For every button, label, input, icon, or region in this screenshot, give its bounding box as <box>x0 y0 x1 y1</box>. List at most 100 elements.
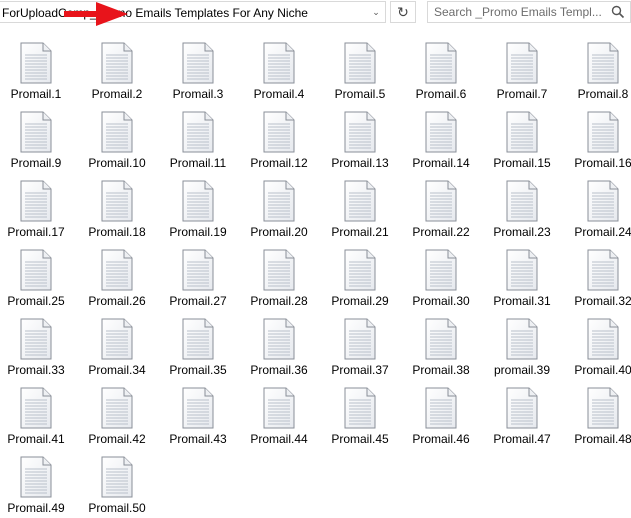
text-document-icon <box>263 249 295 291</box>
file-name-label: Promail.16 <box>574 156 631 170</box>
text-document-icon <box>101 111 133 153</box>
file-item[interactable]: Promail.36 <box>243 314 315 380</box>
file-item[interactable]: Promail.1 <box>0 38 72 104</box>
file-item[interactable]: Promail.3 <box>162 38 234 104</box>
text-document-icon <box>425 180 457 222</box>
text-document-icon <box>263 111 295 153</box>
chevron-down-icon: ⌄ <box>372 6 380 17</box>
file-item[interactable]: Promail.11 <box>162 107 234 173</box>
file-item[interactable]: Promail.41 <box>0 383 72 449</box>
text-document-icon <box>587 387 619 429</box>
text-document-icon <box>101 42 133 84</box>
file-item[interactable]: Promail.18 <box>81 176 153 242</box>
text-document-icon <box>20 249 52 291</box>
text-document-icon <box>20 456 52 498</box>
file-item[interactable]: Promail.15 <box>486 107 558 173</box>
file-name-label: Promail.6 <box>415 87 467 101</box>
file-item[interactable]: Promail.26 <box>81 245 153 311</box>
text-document-icon <box>425 318 457 360</box>
file-item[interactable]: Promail.6 <box>405 38 477 104</box>
file-item[interactable]: Promail.23 <box>486 176 558 242</box>
file-item[interactable]: Promail.37 <box>324 314 396 380</box>
text-document-icon <box>587 180 619 222</box>
file-item[interactable]: Promail.50 <box>81 452 153 518</box>
file-item[interactable]: Promail.21 <box>324 176 396 242</box>
file-item[interactable]: Promail.9 <box>0 107 72 173</box>
file-item[interactable]: Promail.42 <box>81 383 153 449</box>
address-dropdown-button[interactable]: ⌄ <box>367 2 385 22</box>
file-item[interactable]: promail.39 <box>486 314 558 380</box>
file-item[interactable]: Promail.27 <box>162 245 234 311</box>
file-item[interactable]: Promail.13 <box>324 107 396 173</box>
file-name-label: Promail.10 <box>88 156 146 170</box>
text-document-icon <box>182 318 214 360</box>
file-item[interactable]: Promail.12 <box>243 107 315 173</box>
file-item[interactable]: Promail.31 <box>486 245 558 311</box>
file-item[interactable]: Promail.24 <box>567 176 631 242</box>
file-name-label: Promail.49 <box>7 501 65 515</box>
file-item[interactable]: Promail.16 <box>567 107 631 173</box>
file-name-label: Promail.48 <box>574 432 631 446</box>
file-item[interactable]: Promail.14 <box>405 107 477 173</box>
file-item[interactable]: Promail.2 <box>81 38 153 104</box>
file-item[interactable]: Promail.45 <box>324 383 396 449</box>
text-document-icon <box>587 42 619 84</box>
file-name-label: Promail.24 <box>574 225 631 239</box>
file-name-label: Promail.46 <box>412 432 470 446</box>
text-document-icon <box>101 180 133 222</box>
search-input[interactable] <box>434 4 604 20</box>
file-item[interactable]: Promail.17 <box>0 176 72 242</box>
file-name-label: Promail.1 <box>10 87 62 101</box>
file-name-label: Promail.20 <box>250 225 308 239</box>
file-item[interactable]: Promail.7 <box>486 38 558 104</box>
text-document-icon <box>425 111 457 153</box>
file-item[interactable]: Promail.29 <box>324 245 396 311</box>
file-item[interactable]: Promail.19 <box>162 176 234 242</box>
text-document-icon <box>20 180 52 222</box>
text-document-icon <box>101 318 133 360</box>
refresh-button[interactable]: ↻ <box>390 1 416 23</box>
text-document-icon <box>101 456 133 498</box>
file-item[interactable]: Promail.44 <box>243 383 315 449</box>
file-name-label: Promail.31 <box>493 294 551 308</box>
file-item[interactable]: Promail.43 <box>162 383 234 449</box>
file-item[interactable]: Promail.22 <box>405 176 477 242</box>
file-item[interactable]: Promail.34 <box>81 314 153 380</box>
file-name-label: Promail.15 <box>493 156 551 170</box>
file-name-label: Promail.7 <box>496 87 548 101</box>
file-item[interactable]: Promail.8 <box>567 38 631 104</box>
text-document-icon <box>587 111 619 153</box>
file-name-label: Promail.27 <box>169 294 227 308</box>
file-item[interactable]: Promail.5 <box>324 38 396 104</box>
text-document-icon <box>263 42 295 84</box>
file-item[interactable]: Promail.10 <box>81 107 153 173</box>
file-name-label: Promail.19 <box>169 225 227 239</box>
file-name-label: Promail.11 <box>169 156 227 170</box>
file-item[interactable]: Promail.35 <box>162 314 234 380</box>
file-item[interactable]: Promail.47 <box>486 383 558 449</box>
address-path[interactable]: ForUploadComp_Promo Emails Templates For… <box>2 6 342 20</box>
file-name-label: Promail.23 <box>493 225 551 239</box>
text-document-icon <box>506 111 538 153</box>
file-item[interactable]: Promail.28 <box>243 245 315 311</box>
file-name-label: Promail.47 <box>493 432 551 446</box>
file-name-label: Promail.14 <box>412 156 470 170</box>
explorer-toolbar: ForUploadComp_Promo Emails Templates For… <box>0 0 631 26</box>
file-name-label: Promail.12 <box>250 156 308 170</box>
file-item[interactable]: Promail.4 <box>243 38 315 104</box>
file-item[interactable]: Promail.25 <box>0 245 72 311</box>
text-document-icon <box>20 318 52 360</box>
file-name-label: Promail.13 <box>331 156 389 170</box>
search-box[interactable] <box>427 1 631 23</box>
file-item[interactable]: Promail.32 <box>567 245 631 311</box>
search-icon[interactable] <box>611 5 625 19</box>
file-item[interactable]: Promail.20 <box>243 176 315 242</box>
file-item[interactable]: Promail.48 <box>567 383 631 449</box>
file-item[interactable]: Promail.49 <box>0 452 72 518</box>
file-item[interactable]: Promail.46 <box>405 383 477 449</box>
address-bar[interactable]: ForUploadComp_Promo Emails Templates For… <box>0 1 386 23</box>
file-item[interactable]: Promail.38 <box>405 314 477 380</box>
file-item[interactable]: Promail.33 <box>0 314 72 380</box>
file-item[interactable]: Promail.40 <box>567 314 631 380</box>
file-item[interactable]: Promail.30 <box>405 245 477 311</box>
